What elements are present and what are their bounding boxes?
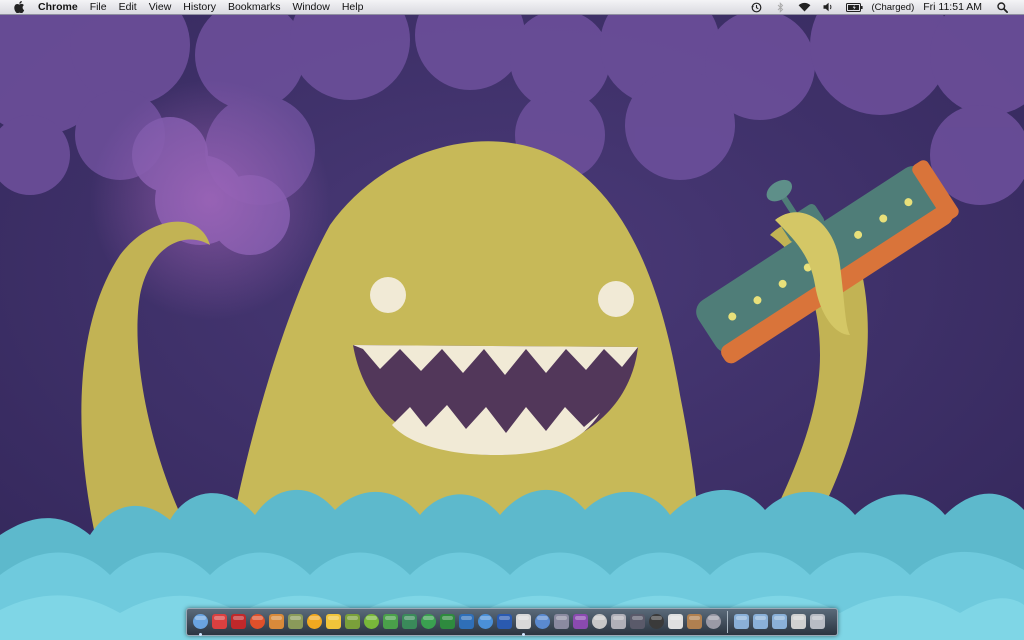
garageband-icon[interactable] [268,612,285,632]
photo-stack-icon[interactable] [790,612,807,632]
menu-view[interactable]: View [143,0,178,14]
spotify-icon[interactable] [363,612,380,632]
star-app-icon[interactable] [287,612,304,632]
preview-icon[interactable] [610,612,627,632]
finder-icon[interactable] [192,612,209,636]
menu-app-name[interactable]: Chrome [36,0,84,14]
menu-bar-left: Chrome File Edit View History Bookmarks … [0,0,369,14]
documents-folder-icon[interactable] [752,612,769,632]
wallpaper-illustration [0,15,1024,640]
word-icon[interactable] [496,612,513,632]
menu-bar-clock[interactable]: Fri 11:51 AM [923,1,982,13]
photoshop-icon[interactable] [458,612,475,632]
volume-icon[interactable] [821,0,835,14]
app-store-icon[interactable] [477,612,494,632]
system-preferences-icon[interactable] [705,612,722,632]
chrome-icon[interactable] [515,612,532,636]
battery-status-text: (Charged) [871,1,915,13]
excel-icon[interactable] [439,612,456,632]
downloads-folder-icon[interactable] [771,612,788,632]
xcode-green-icon[interactable] [420,612,437,632]
applications-folder-icon[interactable] [733,612,750,632]
menu-help[interactable]: Help [336,0,370,14]
menu-history[interactable]: History [177,0,222,14]
dashboard-icon[interactable] [648,612,665,632]
instruments-icon[interactable] [591,612,608,632]
pen-tool-icon[interactable] [629,612,646,632]
adium-duck-icon[interactable] [325,612,342,632]
spotlight-search-icon[interactable] [995,0,1009,14]
purple-orb-icon[interactable] [572,612,589,632]
menu-edit[interactable]: Edit [113,0,143,14]
trash-icon[interactable] [809,612,826,632]
dreamweaver-icon[interactable] [344,612,361,632]
wifi-icon[interactable] [797,0,811,14]
bluetooth-icon[interactable] [773,0,787,14]
orange-o-app-icon[interactable] [306,612,323,632]
stickies-app-icon[interactable] [401,612,418,632]
menu-file[interactable]: File [84,0,113,14]
menu-bar-status: (Charged) Fri 11:51 AM [744,0,1024,14]
time-machine-icon[interactable] [749,0,763,14]
flash-cards-icon[interactable] [230,612,247,632]
menu-window[interactable]: Window [286,0,335,14]
dock [186,608,838,636]
pages-icon[interactable] [249,612,266,632]
alien-app-icon[interactable] [534,612,551,632]
menu-bookmarks[interactable]: Bookmarks [222,0,287,14]
menu-bar: Chrome File Edit View History Bookmarks … [0,0,1024,15]
battery-icon[interactable] [845,0,863,14]
books-icon[interactable] [686,612,703,632]
itunes-icon[interactable] [667,612,684,632]
evernote-icon[interactable] [382,612,399,632]
running-indicator [199,633,202,636]
dock-separator [727,611,728,633]
running-indicator [522,633,525,636]
apple-menu-icon[interactable] [12,0,26,14]
mail-app-icon[interactable] [553,612,570,632]
cleaner-app-icon[interactable] [211,612,228,632]
desktop-wallpaper [0,15,1024,640]
